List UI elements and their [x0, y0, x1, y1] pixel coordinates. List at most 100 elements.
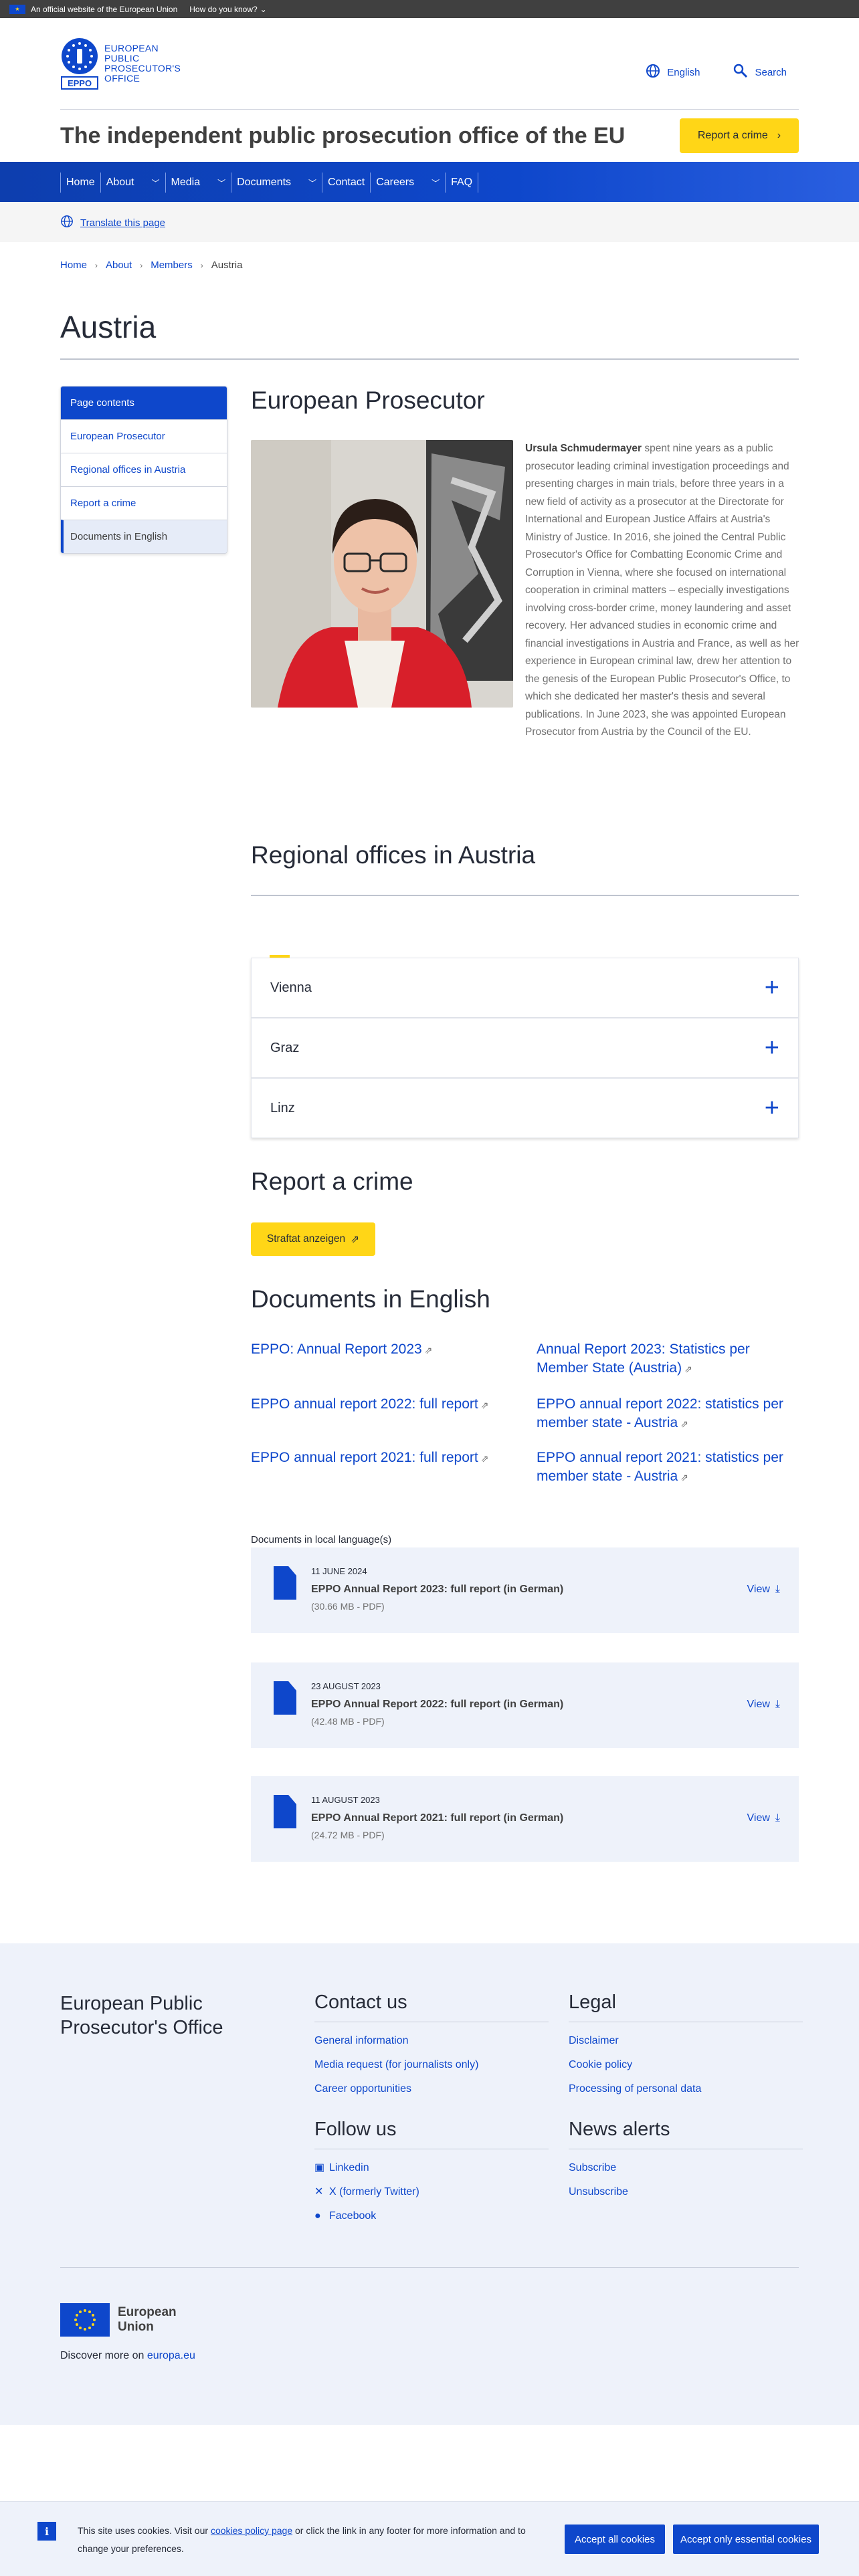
- eu-logo-line: Union: [118, 2320, 154, 2334]
- sidebar-item-documents[interactable]: Documents in English: [61, 520, 227, 553]
- site-title: The independent public prosecution offic…: [60, 123, 626, 148]
- nav-item-media[interactable]: Media ﹀: [165, 173, 231, 193]
- external-link-icon: ⇗: [351, 1233, 360, 1245]
- prosecutor-photo: [251, 440, 513, 708]
- footer-link-linkedin[interactable]: ▣ Linkedin: [314, 2156, 549, 2180]
- discover-more: Discover more on europa.eu: [60, 2350, 195, 2362]
- accordion-label: Vienna: [270, 980, 312, 995]
- file-date: 11 AUGUST 2023: [311, 1795, 380, 1805]
- cookie-banner: i This site uses cookies. Visit our cook…: [0, 2501, 859, 2576]
- footer-link-personal-data[interactable]: Processing of personal data: [569, 2077, 803, 2101]
- breadcrumb-home[interactable]: Home: [60, 259, 87, 271]
- accordion-label: Graz: [270, 1040, 300, 1055]
- search-button[interactable]: Search: [733, 64, 787, 81]
- language-label: English: [667, 66, 700, 78]
- footer-link-careers[interactable]: Career opportunities: [314, 2077, 549, 2101]
- prosecutor-name: Ursula Schmudermayer: [525, 443, 642, 454]
- accept-all-cookies-button[interactable]: Accept all cookies: [565, 2525, 665, 2554]
- nav-item-contact[interactable]: Contact: [322, 173, 370, 193]
- sidebar-item-report-crime[interactable]: Report a crime: [61, 486, 227, 520]
- footer-link-subscribe[interactable]: Subscribe: [569, 2156, 803, 2180]
- document-link[interactable]: Annual Report 2023: Statistics per Membe…: [537, 1340, 784, 1378]
- local-documents-label: Documents in local language(s): [251, 1534, 392, 1545]
- view-file-button[interactable]: View ⤓: [747, 1699, 780, 1711]
- footer-link-x[interactable]: ✕ X (formerly Twitter): [314, 2180, 549, 2204]
- regional-offices-heading: Regional offices in Austria: [251, 841, 536, 869]
- eu-official-banner: ★ An official website of the European Un…: [0, 0, 859, 18]
- discover-prefix: Discover more on: [60, 2350, 147, 2361]
- chevron-down-icon[interactable]: ﹀: [432, 177, 440, 189]
- footer-link-cookie-policy[interactable]: Cookie policy: [569, 2053, 803, 2077]
- how-do-you-know-label: How do you know?: [189, 4, 258, 14]
- document-link[interactable]: EPPO annual report 2021: full report ⇗: [251, 1448, 518, 1468]
- nav-item-careers[interactable]: Careers ﹀: [370, 173, 445, 193]
- footer-contact-heading: Contact us: [314, 1992, 549, 2022]
- footer-link-facebook[interactable]: ● Facebook: [314, 2204, 549, 2228]
- sidebar-item-regional-offices[interactable]: Regional offices in Austria: [61, 453, 227, 486]
- nav-item-faq[interactable]: FAQ: [445, 173, 479, 193]
- report-crime-button[interactable]: Report a crime ›: [680, 118, 799, 153]
- document-link[interactable]: EPPO: Annual Report 2023 ⇗: [251, 1340, 505, 1360]
- chevron-right-icon: ›: [140, 260, 143, 270]
- plus-icon[interactable]: +: [765, 1095, 779, 1121]
- external-link-icon: ⇗: [680, 1472, 688, 1483]
- eppo-logo-text: EUROPEAN PUBLIC PROSECUTOR'S OFFICE: [104, 43, 181, 84]
- document-link[interactable]: EPPO annual report 2022: full report ⇗: [251, 1395, 518, 1414]
- file-meta: (30.66 MB - PDF): [311, 1601, 385, 1612]
- document-link[interactable]: EPPO annual report 2022: statistics per …: [537, 1395, 791, 1433]
- page-contents-nav: Page contents European Prosecutor Region…: [60, 386, 227, 554]
- how-do-you-know-toggle[interactable]: How do you know? ⌄: [189, 5, 266, 14]
- nav-item-about[interactable]: About ﹀: [100, 173, 165, 193]
- external-link-icon: ⇗: [480, 1453, 489, 1464]
- view-file-button[interactable]: View ⤓: [747, 1812, 780, 1824]
- translate-bar: Translate this page: [0, 202, 859, 242]
- view-file-button[interactable]: View ⤓: [747, 1584, 780, 1596]
- europa-link[interactable]: europa.eu: [147, 2350, 195, 2361]
- globe-icon: [646, 64, 660, 81]
- nav-item-documents[interactable]: Documents ﹀: [231, 173, 322, 193]
- chevron-down-icon[interactable]: ﹀: [152, 177, 160, 189]
- chevron-down-icon[interactable]: ﹀: [217, 177, 225, 189]
- eu-logo-line: European: [118, 2305, 177, 2319]
- accordion-label: Linz: [270, 1100, 295, 1115]
- document-link[interactable]: EPPO annual report 2021: statistics per …: [537, 1448, 791, 1487]
- footer-link-media-request[interactable]: Media request (for journalists only): [314, 2053, 549, 2077]
- chevron-down-icon[interactable]: ﹀: [308, 177, 316, 189]
- page-contents-heading: Page contents: [61, 387, 227, 419]
- logo-line: PROSECUTOR'S: [104, 63, 181, 74]
- prosecutor-heading: European Prosecutor: [251, 387, 485, 414]
- eu-logo[interactable]: European Union: [60, 2303, 177, 2337]
- globe-icon: [60, 215, 74, 231]
- file-icon: [274, 1681, 296, 1715]
- x-icon: ✕: [314, 2186, 324, 2197]
- download-icon: ⤓: [775, 1699, 780, 1710]
- official-site-text: An official website of the European Unio…: [31, 4, 178, 14]
- footer-link-unsubscribe[interactable]: Unsubscribe: [569, 2180, 803, 2204]
- accordion-item-vienna[interactable]: Vienna +: [251, 958, 799, 1018]
- breadcrumb-about[interactable]: About: [106, 259, 132, 271]
- footer-contact-column: Contact us General information Media req…: [314, 1992, 549, 2101]
- footer-link-disclaimer[interactable]: Disclaimer: [569, 2029, 803, 2053]
- footer-news-column: News alerts Subscribe Unsubscribe: [569, 2119, 803, 2204]
- eppo-logo-mark-text: EPPO: [68, 78, 92, 88]
- report-crime-external-button[interactable]: Straftat anzeigen ⇗: [251, 1222, 375, 1256]
- accordion-item-linz[interactable]: Linz +: [251, 1078, 799, 1138]
- eppo-logo[interactable]: EPPO EUROPEAN PUBLIC PROSECUTOR'S OFFICE: [60, 37, 181, 90]
- nav-item-home[interactable]: Home: [60, 173, 100, 193]
- sidebar-item-european-prosecutor[interactable]: European Prosecutor: [61, 419, 227, 453]
- logo-line: OFFICE: [104, 73, 140, 84]
- footer-link-general-information[interactable]: General information: [314, 2029, 549, 2053]
- breadcrumb: Home › About › Members › Austria: [60, 259, 242, 271]
- prosecutor-bio: Ursula Schmudermayer spent nine years as…: [525, 440, 799, 742]
- chevron-down-icon: ⌄: [260, 4, 267, 14]
- accept-essential-cookies-button[interactable]: Accept only essential cookies: [673, 2525, 819, 2554]
- accordion-item-graz[interactable]: Graz +: [251, 1018, 799, 1078]
- translate-link[interactable]: Translate this page: [80, 217, 165, 229]
- breadcrumb-members[interactable]: Members: [151, 259, 193, 271]
- plus-icon[interactable]: +: [765, 1035, 779, 1061]
- external-link-icon: ⇗: [424, 1345, 433, 1356]
- file-title: EPPO Annual Report 2021: full report (in…: [311, 1812, 564, 1824]
- cookie-policy-link[interactable]: cookies policy page: [211, 2525, 292, 2536]
- language-selector[interactable]: English: [646, 64, 700, 81]
- plus-icon[interactable]: +: [765, 975, 779, 1000]
